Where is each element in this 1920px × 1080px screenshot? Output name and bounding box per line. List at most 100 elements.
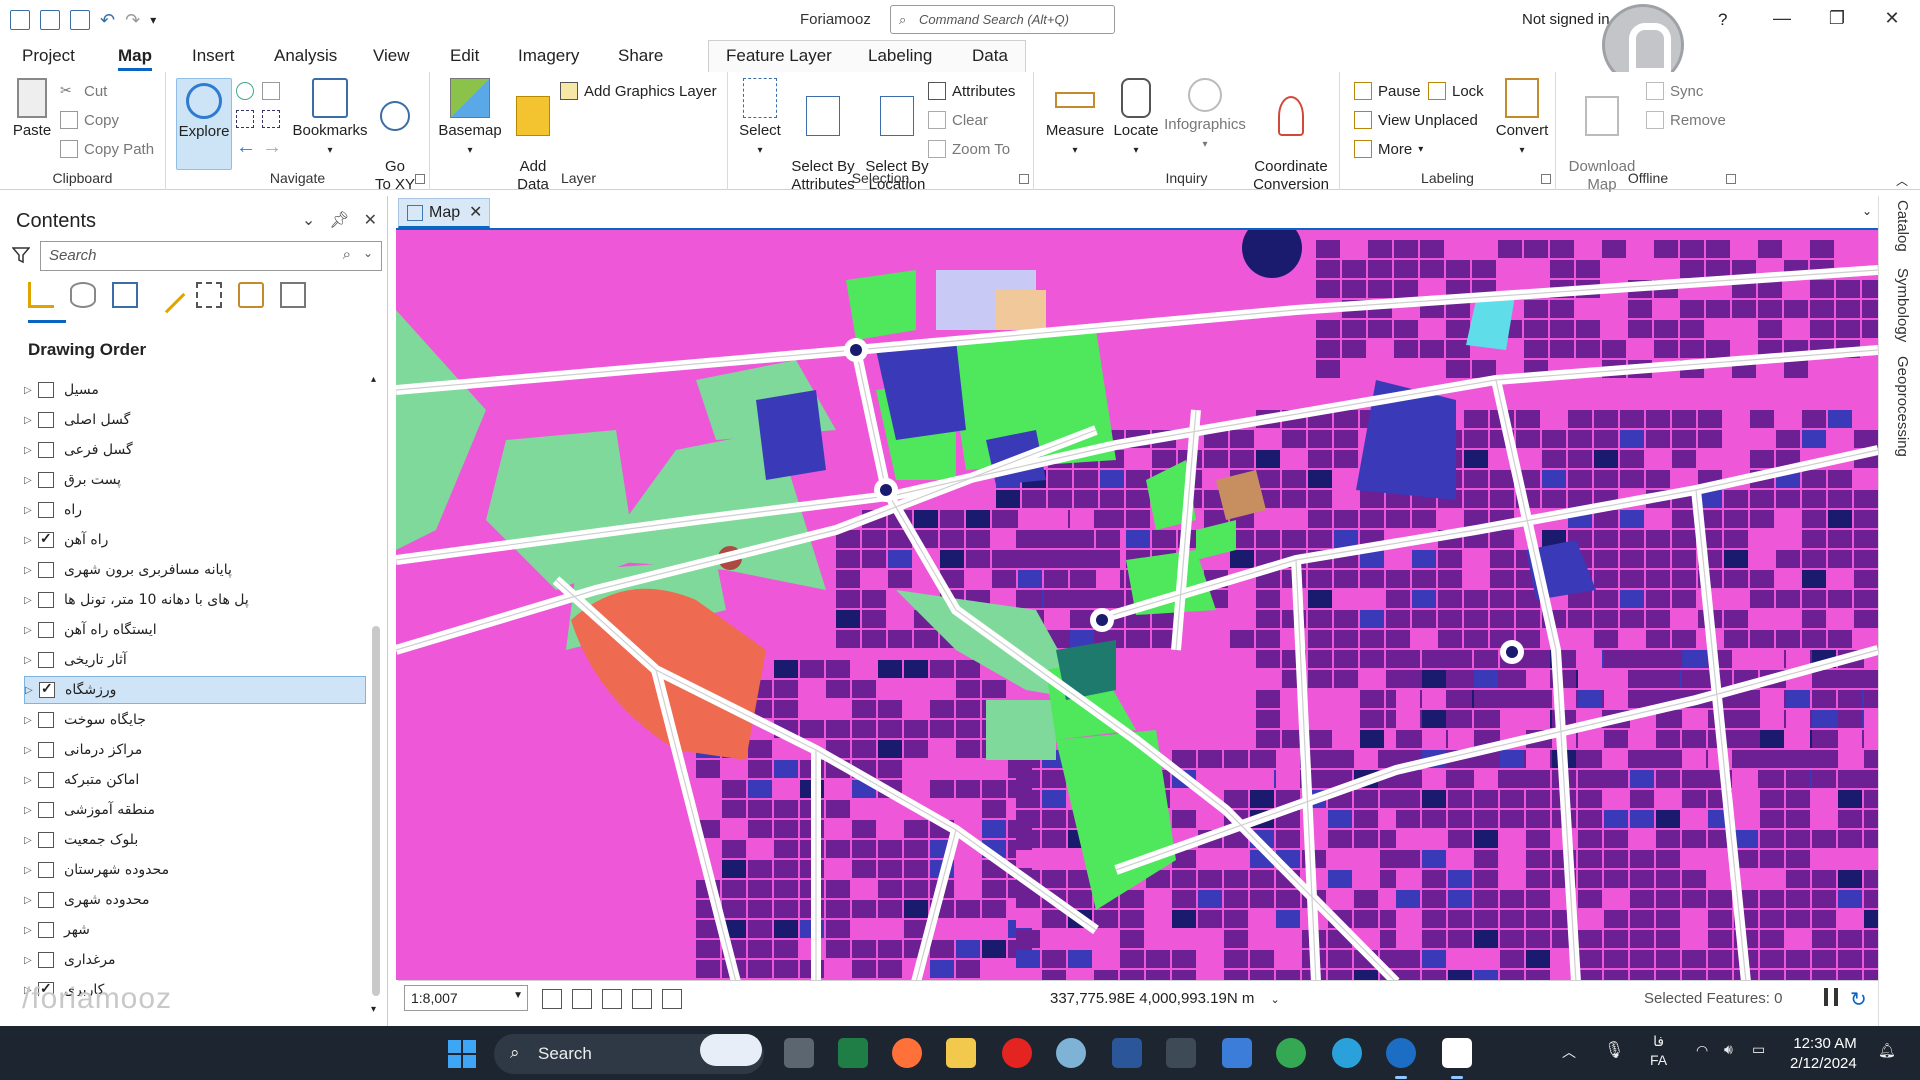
selection-view-icon[interactable]	[112, 282, 138, 308]
layer-visibility-checkbox[interactable]	[38, 832, 54, 848]
layer-visibility-checkbox[interactable]	[38, 530, 54, 548]
notification-icon[interactable]	[1674, 8, 1690, 28]
layer-visibility-checkbox[interactable]	[39, 680, 55, 698]
convert-button[interactable]: Convert ▾	[1494, 78, 1550, 160]
firefox-icon[interactable]	[892, 1038, 922, 1068]
locate-button[interactable]: Locate ▾	[1110, 78, 1162, 160]
layer-visibility-checkbox[interactable]	[38, 952, 54, 968]
symbology-tab[interactable]: Symbology	[1894, 268, 1911, 342]
expand-arrow-icon[interactable]: ▷	[24, 475, 38, 486]
coordinate-readout[interactable]: 337,775.98E 4,000,993.19N m ⌄	[1050, 990, 1280, 1007]
measure-button[interactable]: Measure ▾	[1044, 78, 1106, 160]
scale-selector[interactable]: 1:8,007 ▼	[404, 985, 528, 1011]
telegram-icon[interactable]	[1332, 1038, 1362, 1068]
microphone-icon[interactable]: 🎙︎	[1604, 1040, 1624, 1060]
copy-button[interactable]: Copy	[60, 111, 119, 129]
expand-arrow-icon[interactable]: ▷	[24, 895, 38, 906]
expand-arrow-icon[interactable]: ▷	[24, 955, 38, 966]
layer-visibility-checkbox[interactable]	[38, 712, 54, 728]
cut-button[interactable]: ✂ Cut	[60, 82, 107, 100]
forward-extent-icon[interactable]: →	[262, 136, 282, 159]
expand-arrow-icon[interactable]: ▷	[24, 595, 38, 606]
save-icon[interactable]	[70, 10, 90, 30]
expand-arrow-icon[interactable]: ▷	[24, 715, 38, 726]
expand-arrow-icon[interactable]: ▷	[24, 415, 38, 426]
search-options-icon[interactable]: ⌄	[363, 246, 373, 260]
select-button[interactable]: Select ▾	[736, 78, 784, 160]
map-canvas[interactable]	[396, 228, 1878, 980]
layer-item[interactable]: ▷ منطقه آموزشی	[24, 796, 366, 824]
lock-labels-button[interactable]: Lock	[1428, 82, 1484, 100]
layer-visibility-checkbox[interactable]	[38, 742, 54, 758]
layer-visibility-checkbox[interactable]	[38, 772, 54, 788]
chrome-icon[interactable]	[1276, 1038, 1306, 1068]
scroll-up-icon[interactable]: ▴	[371, 374, 376, 385]
source-icon[interactable]	[70, 282, 96, 308]
full-extent-icon[interactable]	[236, 82, 254, 100]
pin-icon[interactable]: 📌︎	[329, 210, 349, 230]
layer-visibility-checkbox[interactable]	[38, 472, 54, 488]
expand-arrow-icon[interactable]: ▷	[24, 655, 38, 666]
word-icon[interactable]	[1112, 1038, 1142, 1068]
close-button[interactable]: ✕	[1880, 8, 1904, 32]
fixed-extent-icon[interactable]	[542, 989, 562, 1009]
tab-labeling[interactable]: Labeling	[868, 46, 932, 66]
layer-item[interactable]: ▷ پایانه مسافربری برون شهری	[24, 556, 366, 584]
notifications-icon[interactable]: 🔔︎	[1878, 1042, 1896, 1059]
layer-item[interactable]: ▷ شهر	[24, 916, 366, 944]
tab-edit[interactable]: Edit	[450, 46, 479, 66]
contents-search-input[interactable]: Search ⌕ ⌄	[40, 241, 382, 271]
layer-visibility-checkbox[interactable]	[38, 922, 54, 938]
volume-icon[interactable]: 🔊︎	[1724, 1041, 1733, 1058]
tab-share[interactable]: Share	[618, 46, 663, 66]
offline-launcher-icon[interactable]	[1726, 174, 1736, 184]
open-icon[interactable]	[40, 10, 60, 30]
layer-item[interactable]: ▷ مرغداری	[24, 946, 366, 974]
battery-icon[interactable]: ▭	[1752, 1041, 1765, 1058]
layer-item[interactable]: ▷ گسل اصلی	[24, 406, 366, 434]
close-map-tab-icon[interactable]: ✕	[469, 202, 482, 222]
sync-button[interactable]: Sync	[1646, 82, 1703, 100]
snapping-toggle-icon[interactable]	[602, 989, 622, 1009]
drawing-order-icon[interactable]	[28, 282, 54, 308]
project-icon[interactable]	[10, 10, 30, 30]
catalog-tab[interactable]: Catalog	[1894, 200, 1911, 252]
minimize-button[interactable]: —	[1770, 8, 1794, 32]
zoom-out-fixed-icon[interactable]	[262, 110, 280, 128]
refresh-icon[interactable]: ↻	[1850, 987, 1867, 1012]
expand-arrow-icon[interactable]: ▷	[24, 625, 38, 636]
remove-button[interactable]: Remove	[1646, 111, 1726, 129]
expand-arrow-icon[interactable]: ▷	[24, 775, 38, 786]
north-arrow-icon[interactable]	[662, 989, 682, 1009]
help-icon[interactable]: ?	[1718, 10, 1727, 30]
navigate-launcher-icon[interactable]	[415, 174, 425, 184]
layer-item[interactable]: ▷ بلوک جمعیت	[24, 826, 366, 854]
undo-icon[interactable]: ↶	[100, 10, 115, 31]
attributes-button[interactable]: Attributes	[928, 82, 1015, 100]
expand-arrow-icon[interactable]: ▷	[24, 925, 38, 936]
copilot-icon[interactable]	[700, 1034, 762, 1066]
paste-button[interactable]: Paste	[8, 78, 56, 140]
opera-icon[interactable]	[1002, 1038, 1032, 1068]
explore-button[interactable]: Explore	[176, 78, 232, 170]
layer-visibility-checkbox[interactable]	[38, 892, 54, 908]
camtasia-icon[interactable]	[1442, 1038, 1472, 1068]
grid-icon[interactable]	[572, 989, 592, 1009]
layer-visibility-checkbox[interactable]	[38, 652, 54, 668]
expand-arrow-icon[interactable]: ▷	[24, 835, 38, 846]
fixed-zoom-icon[interactable]	[262, 82, 280, 100]
pane-options-icon[interactable]: ⌄	[302, 210, 315, 230]
restore-button[interactable]: ❐	[1825, 8, 1849, 32]
coordinate-units-dropdown-icon[interactable]: ⌄	[1271, 994, 1280, 1006]
layer-visibility-checkbox[interactable]	[38, 382, 54, 398]
task-view-icon[interactable]	[784, 1038, 814, 1068]
language-indicator[interactable]: فا FA	[1650, 1032, 1667, 1069]
layer-visibility-checkbox[interactable]	[38, 442, 54, 458]
tab-insert[interactable]: Insert	[192, 46, 235, 66]
labeling-view-icon[interactable]	[238, 282, 264, 308]
layer-item[interactable]: ▷ اماکن متبرکه	[24, 766, 366, 794]
layer-item[interactable]: ▷ گسل فرعی	[24, 436, 366, 464]
constraints-icon[interactable]	[632, 989, 652, 1009]
expand-arrow-icon[interactable]: ▷	[24, 505, 38, 516]
zoom-to-button[interactable]: Zoom To	[928, 140, 1010, 158]
